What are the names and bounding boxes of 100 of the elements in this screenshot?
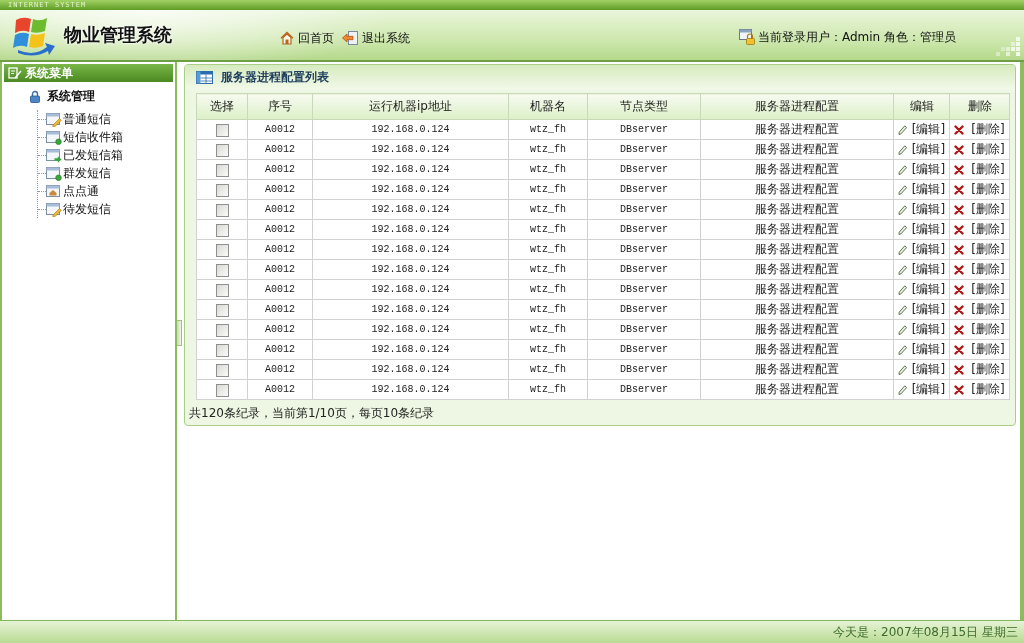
table-cell: DBserver: [587, 339, 701, 360]
menu-group[interactable]: 系统管理: [30, 88, 95, 104]
row-checkbox[interactable]: [215, 303, 229, 317]
table-cell: DBserver: [587, 159, 701, 180]
table-cell: A0012: [247, 159, 313, 180]
window-pencil-icon: [46, 201, 62, 217]
pencil-icon: [897, 164, 907, 175]
cross-icon: [954, 264, 965, 275]
notepad-pencil-icon: [8, 67, 22, 79]
pencil-icon: [897, 344, 907, 355]
pencil-icon: [897, 224, 907, 235]
row-checkbox[interactable]: [215, 383, 229, 397]
pixel-dots-drawing: [996, 36, 1020, 56]
splitter-handle[interactable]: [177, 320, 182, 346]
panel-title: 服务器进程配置列表: [221, 69, 329, 86]
table-cell: wtz_fh: [508, 119, 588, 140]
cross-icon: [954, 184, 965, 195]
row-checkbox[interactable]: [215, 323, 229, 337]
menu-item[interactable]: 短信收件箱: [46, 128, 123, 146]
row-checkbox[interactable]: [215, 243, 229, 257]
cross-icon: [954, 284, 965, 295]
window-pencil-icon: [46, 111, 62, 127]
row-checkbox[interactable]: [215, 183, 229, 197]
table-cell: DBserver: [587, 219, 701, 240]
house-icon: [280, 31, 294, 45]
table-cell: wtz_fh: [508, 359, 588, 380]
row-checkbox[interactable]: [215, 363, 229, 377]
table-cell: 192.168.0.124: [312, 379, 509, 400]
table-cell: DBserver: [587, 199, 701, 220]
pencil-icon: [897, 204, 907, 215]
table-cell: DBserver: [587, 119, 701, 140]
user-info-text: 当前登录用户：Admin 角色：管理员: [757, 28, 956, 46]
table-cell: 192.168.0.124: [312, 359, 509, 380]
table-cell: wtz_fh: [508, 339, 588, 360]
table-cell: wtz_fh: [508, 219, 588, 240]
menu-item[interactable]: 群发短信: [46, 164, 111, 182]
column-header: 服务器进程配置: [700, 93, 894, 120]
table-cell: wtz_fh: [508, 279, 588, 300]
column-header: 节点类型: [587, 93, 701, 120]
table-cell: wtz_fh: [508, 239, 588, 260]
table-cell: A0012: [247, 379, 313, 400]
row-checkbox[interactable]: [215, 163, 229, 177]
table-cell: wtz_fh: [508, 299, 588, 320]
table-cell: DBserver: [587, 319, 701, 340]
table-cell: 192.168.0.124: [312, 179, 509, 200]
column-header: 选择: [196, 93, 248, 120]
window-house-icon: [46, 183, 62, 199]
pencil-icon: [897, 364, 907, 375]
cross-icon: [954, 124, 965, 135]
menu-item[interactable]: 待发短信: [46, 200, 111, 218]
menu-item[interactable]: 点点通: [46, 182, 99, 200]
column-header: 序号: [247, 93, 313, 120]
pencil-icon: [897, 244, 907, 255]
cross-icon: [954, 384, 965, 395]
cross-icon: [954, 304, 965, 315]
row-checkbox[interactable]: [215, 283, 229, 297]
table-cell: A0012: [247, 279, 313, 300]
table-cell: DBserver: [587, 359, 701, 380]
table-cell: 192.168.0.124: [312, 239, 509, 260]
menu-item[interactable]: 普通短信: [46, 110, 111, 128]
table-cell: 192.168.0.124: [312, 279, 509, 300]
table-cell: 192.168.0.124: [312, 319, 509, 340]
table-cell: 192.168.0.124: [312, 159, 509, 180]
column-header: 编辑: [893, 93, 950, 120]
pagination-info: 共120条纪录，当前第1/10页，每页10条纪录: [189, 405, 436, 421]
pencil-icon: [897, 124, 907, 135]
pencil-icon: [897, 384, 907, 395]
table-cell: DBserver: [587, 139, 701, 160]
table-cell: A0012: [247, 179, 313, 200]
column-header: 机器名: [508, 93, 588, 120]
row-checkbox[interactable]: [215, 263, 229, 277]
cross-icon: [954, 344, 965, 355]
row-checkbox[interactable]: [215, 223, 229, 237]
row-checkbox[interactable]: [215, 343, 229, 357]
pencil-icon: [897, 304, 907, 315]
logout-link[interactable]: 退出系统: [342, 29, 410, 47]
table-cell: wtz_fh: [508, 179, 588, 200]
home-link[interactable]: 回首页: [280, 29, 334, 47]
table-cell: DBserver: [587, 259, 701, 280]
table-cell: DBserver: [587, 279, 701, 300]
cross-icon: [954, 224, 965, 235]
table-cell: A0012: [247, 339, 313, 360]
column-header: 删除: [949, 93, 1010, 120]
row-checkbox[interactable]: [215, 123, 229, 137]
screen-padlock-icon: [738, 29, 755, 45]
cross-icon: [954, 144, 965, 155]
cross-icon: [954, 164, 965, 175]
table-cell: A0012: [247, 299, 313, 320]
row-checkbox[interactable]: [215, 143, 229, 157]
row-checkbox[interactable]: [215, 203, 229, 217]
menu-title: 系统菜单: [25, 64, 73, 82]
cross-icon: [954, 244, 965, 255]
table-cell: A0012: [247, 239, 313, 260]
pencil-icon: [897, 184, 907, 195]
table-cell: wtz_fh: [508, 199, 588, 220]
menu-item[interactable]: 已发短信箱: [46, 146, 123, 164]
table-cell: wtz_fh: [508, 259, 588, 280]
pencil-icon: [897, 264, 907, 275]
table-cell: wtz_fh: [508, 159, 588, 180]
table-cell: A0012: [247, 259, 313, 280]
